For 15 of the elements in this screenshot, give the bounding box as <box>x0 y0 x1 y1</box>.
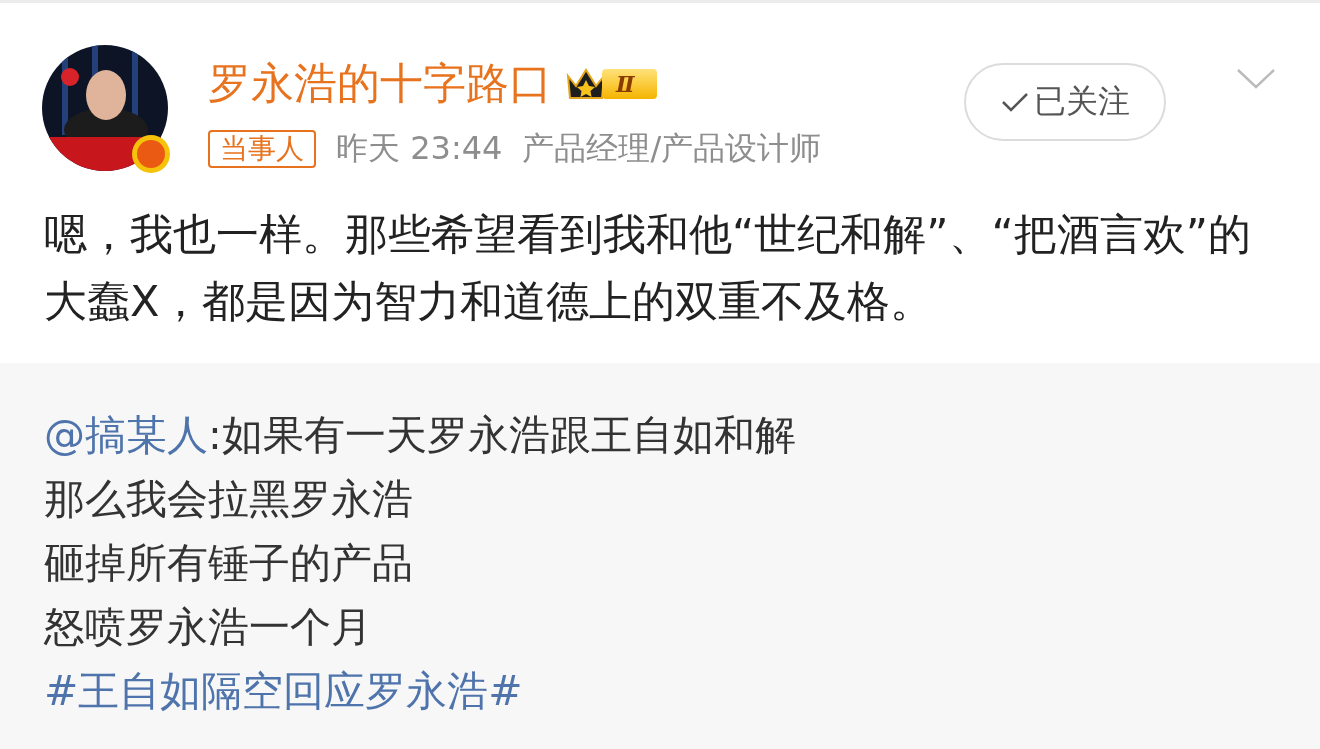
level-badge: Ⅱ <box>602 69 657 99</box>
follow-button[interactable]: 已关注 <box>964 63 1166 141</box>
post-time: 昨天 23:44 <box>336 128 503 169</box>
quoted-line: 那么我会拉黑罗永浩 <box>44 474 414 525</box>
hashtag-link[interactable]: #王自如隔空回应罗永浩# <box>44 659 523 723</box>
author-name[interactable]: 罗永浩的十字路口 <box>208 55 552 113</box>
author-profession: 产品经理/产品设计师 <box>522 128 822 169</box>
caret-icon[interactable] <box>1236 67 1276 91</box>
mention-link[interactable]: @搞某人 <box>44 411 208 459</box>
role-tag: 当事人 <box>208 130 316 168</box>
quoted-line: 怒喷罗永浩一个月 <box>44 602 373 653</box>
quoted-text: @搞某人:如果有一天罗永浩跟王自如和解 <box>44 410 797 461</box>
check-icon <box>1000 90 1030 114</box>
post-text: 嗯，我也一样。那些希望看到我和他“世纪和解”、“把酒言欢”的大蠢X，都是因为智力和道德上的双重不及格。 <box>44 208 1253 328</box>
quoted-line: 砸掉所有锤子的产品 <box>44 538 414 589</box>
